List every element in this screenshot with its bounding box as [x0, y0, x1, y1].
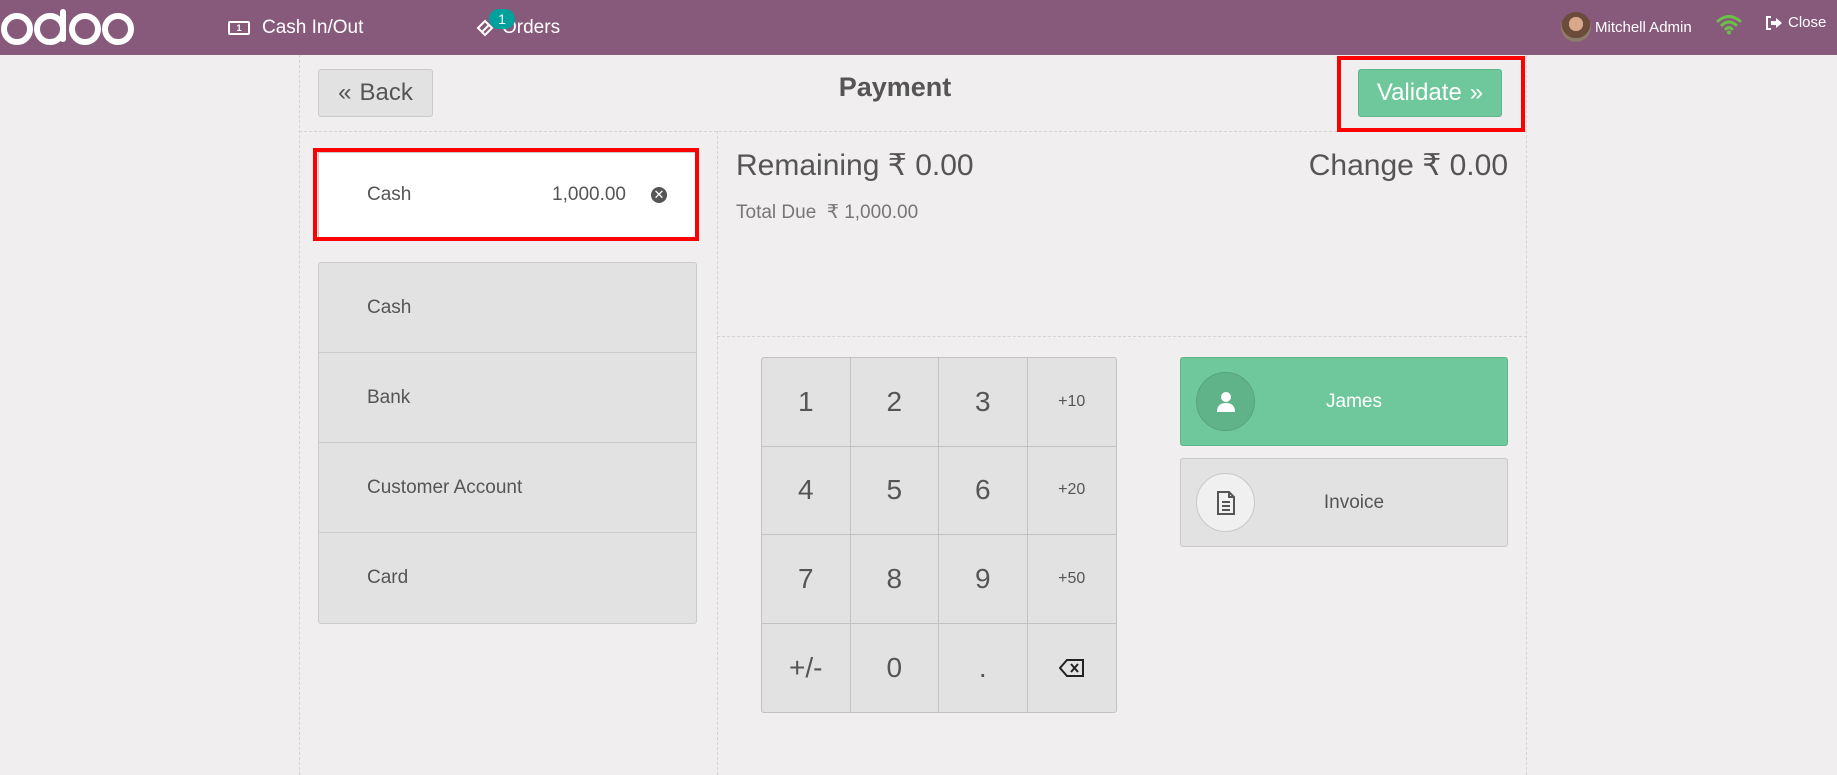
close-label: Close	[1788, 14, 1827, 31]
money-bill-icon: 1	[228, 20, 250, 35]
double-chevron-left-icon: «	[338, 79, 352, 106]
payment-method-label: Bank	[367, 386, 411, 408]
customer-icon-circle	[1196, 372, 1255, 431]
numpad-key-0[interactable]: 0	[851, 623, 939, 712]
close-button[interactable]: Close	[1765, 14, 1826, 31]
numpad-key-3[interactable]: 3	[939, 358, 1028, 447]
payment-method-bank[interactable]: Bank	[319, 353, 696, 443]
numpad-key-6[interactable]: 6	[939, 446, 1028, 535]
change-amount: Change ₹ 0.00	[1200, 148, 1508, 183]
remaining-label: Remaining	[736, 149, 880, 182]
validate-label: Validate	[1376, 79, 1462, 106]
numpad-key-7[interactable]: 7	[762, 535, 851, 624]
backspace-icon	[1058, 658, 1084, 677]
file-text-icon	[1216, 490, 1235, 515]
invoice-icon-circle	[1196, 473, 1255, 532]
numpad-key-8[interactable]: 8	[850, 535, 939, 624]
header-divider	[299, 131, 1527, 132]
numpad-key-plus-minus[interactable]: +/-	[762, 623, 851, 712]
customer-button[interactable]: James	[1180, 357, 1508, 446]
double-chevron-right-icon: »	[1469, 79, 1484, 106]
payment-method-customer-account[interactable]: Customer Account	[319, 443, 696, 533]
payment-methods-list: Cash Bank Customer Account Card	[318, 262, 697, 624]
numpad: 1 2 3 +10 4 5 6 +20 7 8 9 +50 +/- 0 .	[761, 357, 1117, 713]
payment-method-label: Cash	[367, 296, 412, 318]
numpad-key-9[interactable]: 9	[939, 535, 1028, 624]
payment-line[interactable]: Cash 1,000.00 ✕	[318, 152, 696, 238]
invoice-label: Invoice	[1323, 491, 1385, 513]
validate-button[interactable]: Validate »	[1358, 69, 1502, 117]
orders-count-badge: 1	[489, 9, 515, 29]
back-label: Back	[359, 79, 413, 106]
delete-payment-line-icon[interactable]: ✕	[651, 187, 667, 203]
numpad-key-5[interactable]: 5	[850, 446, 939, 535]
cash-in-out-button[interactable]: 1 Cash In/Out	[228, 0, 363, 55]
numpad-key-backspace[interactable]	[1028, 624, 1117, 713]
numpad-key-plus-50[interactable]: +50	[1027, 535, 1116, 624]
remaining-value: ₹ 0.00	[887, 149, 974, 182]
user-name: Mitchell Admin	[1595, 18, 1692, 36]
payment-method-label: Customer Account	[367, 476, 523, 498]
customer-label: James	[1326, 390, 1382, 412]
numpad-key-plus-10[interactable]: +10	[1027, 358, 1116, 447]
total-due-value: ₹ 1,000.00	[826, 202, 919, 223]
numpad-key-decimal[interactable]: .	[939, 623, 1028, 712]
change-value: ₹ 0.00	[1422, 149, 1508, 182]
back-button[interactable]: « Back	[318, 69, 433, 117]
change-label: Change	[1308, 149, 1414, 182]
user-icon	[1216, 391, 1235, 412]
total-due: Total Due ₹ 1,000.00	[736, 201, 918, 224]
wifi-icon	[1716, 15, 1742, 35]
numpad-key-4[interactable]: 4	[762, 446, 851, 535]
cash-in-out-label: Cash In/Out	[262, 16, 364, 38]
payment-method-card[interactable]: Card	[319, 533, 696, 623]
orders-button[interactable]: Orders	[476, 0, 560, 55]
payment-method-label: Card	[367, 567, 409, 588]
page-title: Payment	[838, 72, 952, 102]
numpad-key-plus-20[interactable]: +20	[1027, 447, 1116, 535]
odoo-logo	[1, 9, 134, 45]
avatar	[1561, 12, 1591, 42]
numpad-key-1[interactable]: 1	[762, 358, 851, 447]
user-menu[interactable]: Mitchell Admin	[1561, 12, 1692, 42]
payment-line-amount[interactable]: 1,000.00	[534, 184, 626, 206]
payment-line-method: Cash	[367, 184, 412, 205]
summary-divider	[717, 336, 1527, 337]
remaining-amount: Remaining ₹ 0.00	[736, 148, 974, 183]
top-navbar: 1 Cash In/Out Orders 1 Mitchell Admin Cl…	[0, 0, 1837, 55]
total-due-label: Total Due	[736, 202, 817, 223]
payment-method-cash[interactable]: Cash	[319, 263, 696, 353]
numpad-key-2[interactable]: 2	[850, 358, 939, 447]
column-divider	[717, 131, 718, 775]
sign-out-icon	[1766, 15, 1782, 30]
invoice-button[interactable]: Invoice	[1180, 458, 1508, 547]
